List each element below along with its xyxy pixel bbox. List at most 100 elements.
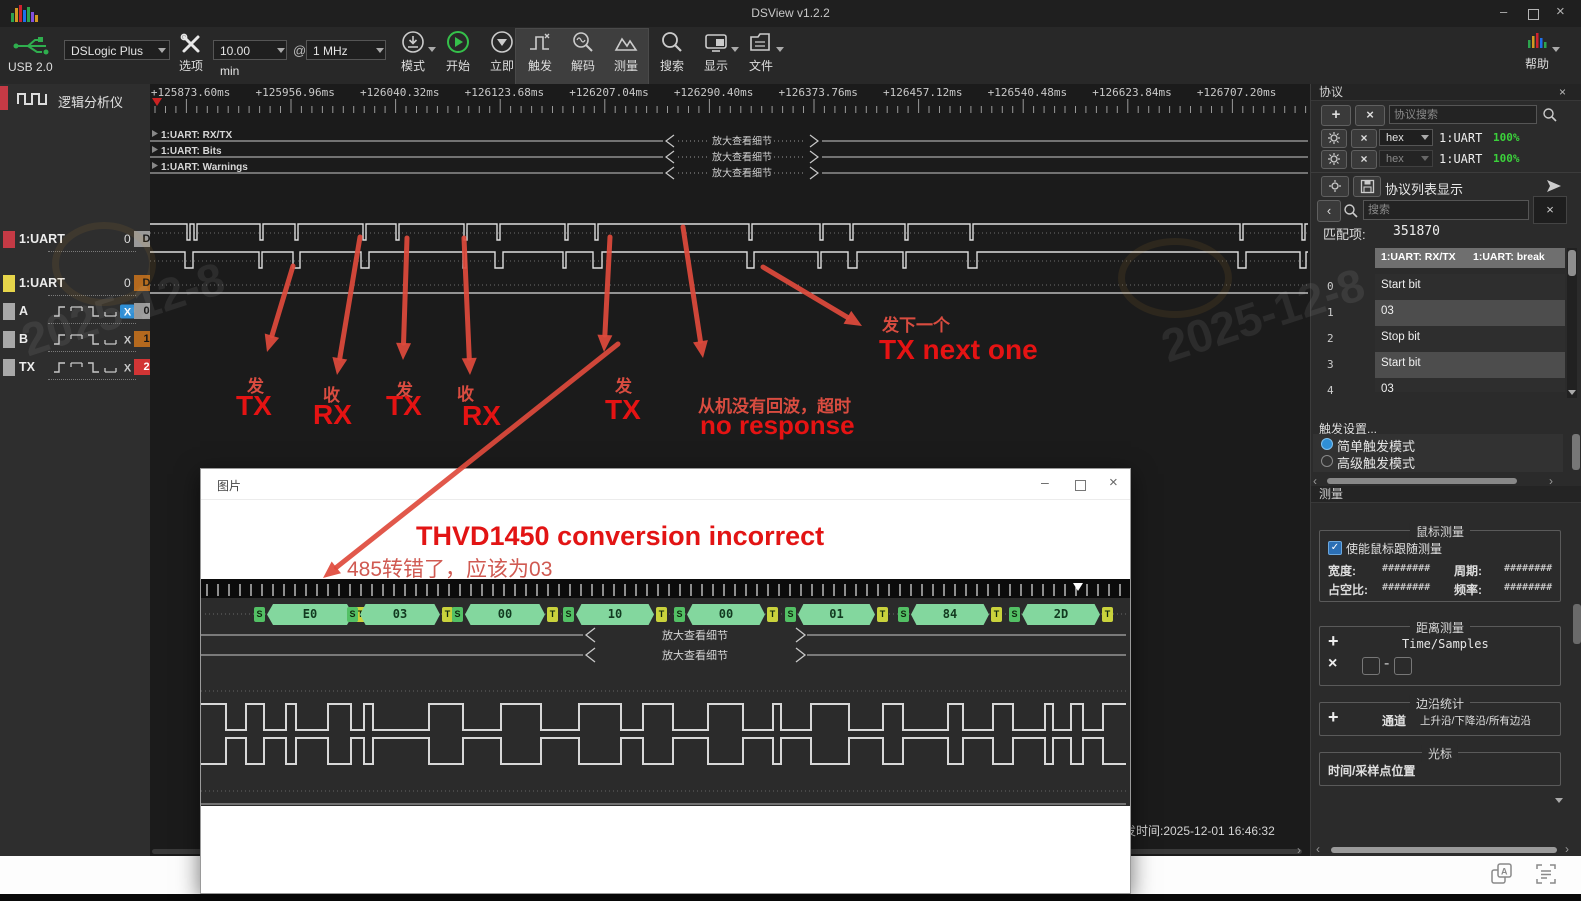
distance-mode-label[interactable]: Time/Samples (1402, 637, 1489, 651)
uart-byte-bubble[interactable]: 03 (360, 604, 440, 625)
table-scrollbar-thumb[interactable] (1568, 250, 1576, 276)
channel-color-swatch[interactable] (3, 331, 15, 348)
popup-minimize-button[interactable]: – (1041, 474, 1049, 490)
add-distance-button[interactable]: + (1328, 631, 1339, 652)
send-cursor-icon[interactable] (1545, 178, 1563, 194)
trigger-button[interactable]: 触发 (519, 30, 561, 74)
minimize-button[interactable]: – (1500, 4, 1507, 19)
popup-ruler-ticks (206, 584, 1121, 596)
ruler-tick-label: +126373.76ms (778, 86, 857, 99)
table-row[interactable]: Start bit (1375, 274, 1565, 300)
waveform-scroll-right[interactable]: › (1297, 843, 1301, 857)
ruler-tick-label: +126040.32ms (360, 86, 439, 99)
trigger-scrollbar-thumb[interactable] (1327, 478, 1517, 484)
trigger-icon (530, 33, 550, 50)
ocr-frame-icon[interactable] (1534, 862, 1558, 886)
title-bar[interactable]: DSView v1.2.2 – × (0, 0, 1581, 27)
restore-button[interactable] (1528, 7, 1539, 25)
low-level-icon[interactable] (104, 368, 117, 373)
uart-byte-bubble[interactable]: 00 (687, 604, 765, 625)
popup-title-bar[interactable]: 图片 – × (201, 469, 1130, 500)
protocol-panel-close-icon[interactable]: × (1559, 85, 1566, 99)
start-button[interactable]: 开始 (437, 30, 479, 74)
add-edge-button[interactable]: + (1328, 707, 1339, 728)
advanced-trigger-radio[interactable] (1321, 455, 1333, 467)
rising-edge-icon[interactable] (54, 362, 65, 373)
mouse-measure-enable-label[interactable]: 使能鼠标跟随测量 (1346, 540, 1442, 557)
list-settings-button[interactable] (1321, 176, 1349, 197)
translate-tool-icon[interactable]: A (1490, 862, 1514, 886)
sidebar-scrollbar-thumb[interactable] (1331, 847, 1557, 853)
add-decoder-button[interactable]: + (1321, 105, 1351, 126)
device-tab[interactable] (0, 86, 8, 110)
protocol-panel-title: 协议 (1319, 85, 1344, 99)
decoder1-delete-button[interactable]: × (1351, 129, 1377, 148)
save-list-button[interactable] (1353, 176, 1381, 197)
measure-vscroll-thumb[interactable] (1573, 604, 1581, 644)
sidebar-scroll-left[interactable]: ‹ (1316, 842, 1320, 856)
uart-byte-bubble[interactable]: 2D (1022, 604, 1100, 625)
decoder1-name[interactable]: 1:UART (1439, 131, 1482, 145)
table-row[interactable]: 03 (1375, 300, 1565, 326)
uart-byte-bubble[interactable]: 84 (911, 604, 989, 625)
channel-color-swatch[interactable] (3, 275, 15, 292)
decoder2-delete-button[interactable]: × (1351, 150, 1377, 169)
close-button[interactable]: × (1556, 3, 1565, 20)
remove-all-button[interactable]: × (1355, 105, 1385, 126)
mouse-measure-section: 鼠标测量 ✓ 使能鼠标跟随测量 宽度: ######## 周期: #######… (1319, 523, 1561, 602)
decode-button[interactable]: 解码 (562, 30, 604, 74)
table-row[interactable]: 03 (1375, 378, 1565, 392)
decoder1-settings-button[interactable] (1321, 129, 1347, 148)
options-button[interactable]: 选项 (170, 30, 212, 74)
mode-button[interactable]: 模式 (392, 30, 434, 74)
duration-select[interactable]: 10.00 min (213, 40, 287, 78)
samplerate-select[interactable]: 1 MHz (306, 40, 386, 60)
distance-dash: - (1384, 655, 1390, 672)
channel-trigger-icons[interactable]: X (52, 359, 136, 376)
protocol-search-icon[interactable] (1542, 107, 1558, 123)
decoder2-settings-button[interactable] (1321, 150, 1347, 169)
search-button[interactable]: 搜索 (651, 30, 693, 74)
advanced-trigger-label[interactable]: 高级触发模式 (1337, 453, 1415, 472)
remove-distance-button[interactable]: × (1328, 655, 1337, 673)
uart-byte-bubble[interactable]: 01 (798, 604, 875, 625)
falling-edge-icon[interactable] (88, 362, 99, 373)
simple-trigger-radio[interactable] (1321, 438, 1333, 450)
uart-byte-bubble[interactable]: 10 (576, 604, 654, 625)
mouse-measure-checkbox[interactable]: ✓ (1328, 541, 1342, 555)
decoder-row-expand-icon[interactable] (152, 162, 158, 169)
collapse-search-button[interactable]: ‹ (1317, 200, 1341, 222)
sidebar-scroll-right[interactable]: › (1565, 842, 1569, 856)
measure-button[interactable]: 测量 (605, 30, 647, 74)
uart-byte-bubble[interactable]: 00 (465, 604, 545, 625)
period-value: ######## (1504, 563, 1553, 574)
channel-color-swatch[interactable] (3, 303, 15, 320)
any-edge-icon[interactable]: X (124, 363, 132, 375)
popup-close-button[interactable]: × (1109, 474, 1118, 491)
high-level-icon[interactable] (70, 362, 83, 367)
channel-color-swatch[interactable] (3, 359, 15, 376)
file-button[interactable]: 文件 (740, 30, 782, 74)
decoder-row-expand-icon[interactable] (152, 146, 158, 153)
table-row[interactable]: Stop bit (1375, 326, 1565, 352)
decoder2-name[interactable]: 1:UART (1439, 152, 1482, 166)
watermark-ring (1118, 238, 1232, 318)
ruler-marker[interactable] (152, 98, 162, 106)
distance-end-box[interactable] (1394, 657, 1412, 675)
image-popup-window[interactable]: 图片 – × THVD1450 conversion incorrect 485… (200, 468, 1131, 894)
table-row[interactable]: Start bit (1375, 352, 1565, 378)
device-select[interactable]: DSLogic Plus (64, 40, 170, 60)
uart-byte-bubble[interactable]: E0 (267, 604, 353, 625)
search-tool-button[interactable]: × (1533, 196, 1567, 224)
ruler-tick-label: +125873.60ms (151, 86, 230, 99)
popup-maximize-button[interactable] (1075, 478, 1086, 496)
channel-a-trace (150, 223, 1308, 241)
list-search-input[interactable] (1363, 200, 1529, 220)
decoder-row-expand-icon[interactable] (152, 130, 158, 137)
channel-color-swatch[interactable] (3, 231, 15, 248)
distance-start-box[interactable] (1362, 657, 1380, 675)
trigger-vscroll-thumb[interactable] (1572, 434, 1580, 470)
protocol-search-input[interactable] (1389, 105, 1537, 124)
display-button[interactable]: 显示 (695, 30, 737, 74)
gear-icon (1328, 132, 1340, 144)
